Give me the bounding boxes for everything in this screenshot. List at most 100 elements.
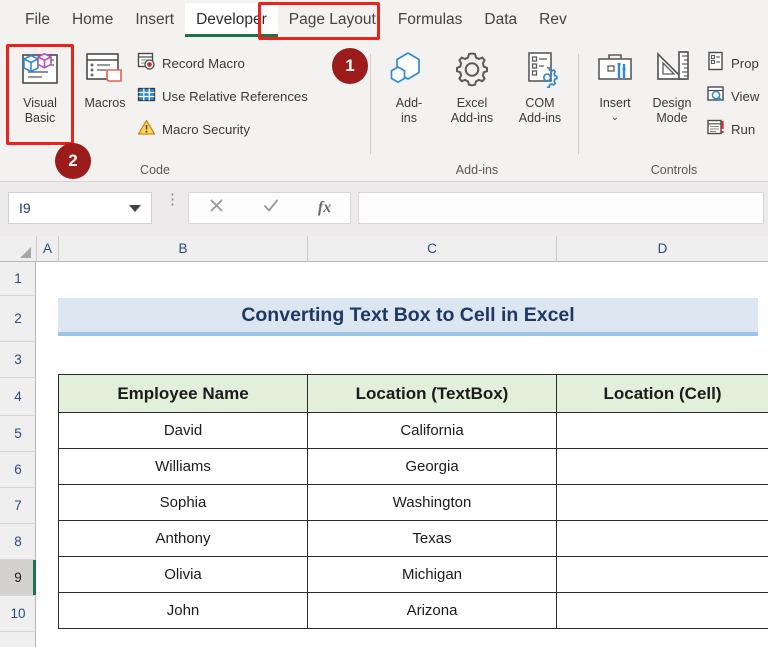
insert-control-label: Insert: [599, 96, 631, 110]
excel-addins-label-line2: Add-ins: [450, 111, 494, 125]
insert-control-button[interactable]: Insert ⌄: [586, 48, 644, 125]
tab-insert[interactable]: Insert: [124, 3, 185, 37]
design-mode-button[interactable]: Design Mode: [642, 48, 702, 126]
row-header-8[interactable]: 8: [0, 524, 36, 560]
macros-label: Macros: [84, 96, 126, 110]
row-header-7[interactable]: 7: [0, 488, 36, 524]
addins-label-line1: Add-: [395, 96, 423, 110]
addins-hexagon-icon: [386, 48, 432, 93]
cell-employee-name[interactable]: David: [58, 412, 308, 449]
record-macro-label: Record Macro: [162, 56, 245, 71]
formula-bar-area: I9 ⋮ fx: [0, 182, 768, 236]
addins-label-line2: ins: [401, 111, 417, 125]
cell-location-textbox[interactable]: California: [307, 412, 557, 449]
group-divider-1: [370, 54, 371, 154]
column-header-d[interactable]: D: [556, 236, 768, 262]
name-box-value: I9: [19, 200, 31, 216]
chevron-down-icon[interactable]: ⌄: [611, 110, 619, 125]
table-row: Olivia Michigan: [58, 556, 768, 593]
enter-icon[interactable]: [262, 197, 280, 219]
cell-employee-name[interactable]: Williams: [58, 448, 308, 485]
row-header-3[interactable]: 3: [0, 342, 36, 378]
cell-location-textbox[interactable]: Michigan: [307, 556, 557, 593]
table-header-location-cell: Location (Cell): [556, 374, 768, 413]
cell-location-cell[interactable]: [556, 520, 768, 557]
group-label-code: Code: [140, 163, 170, 177]
design-mode-ruler-icon: [649, 48, 695, 93]
warning-triangle-icon: [137, 118, 156, 142]
row-header-2[interactable]: 2: [0, 296, 36, 342]
row-header-4[interactable]: 4: [0, 378, 36, 416]
tab-formulas[interactable]: Formulas: [387, 3, 474, 37]
com-addins-label-line1: COM: [525, 96, 555, 110]
tab-data[interactable]: Data: [473, 3, 528, 37]
insert-toolbox-icon: [592, 48, 638, 93]
cell-location-cell[interactable]: [556, 412, 768, 449]
name-box[interactable]: I9: [8, 192, 152, 224]
com-addins-button[interactable]: COM Add-ins: [506, 48, 574, 126]
cancel-icon[interactable]: [208, 197, 225, 219]
formula-bar-handle[interactable]: ⋮: [165, 192, 180, 207]
table-row: David California: [58, 412, 768, 449]
use-relative-references-button[interactable]: Use Relative References: [137, 84, 308, 109]
properties-button[interactable]: Prop: [706, 51, 759, 76]
addins-button[interactable]: Add- ins: [380, 48, 438, 126]
row-header-1[interactable]: 1: [0, 262, 36, 296]
column-header-b[interactable]: B: [58, 236, 307, 262]
callout-badge-2: 2: [55, 143, 91, 179]
run-dialog-button[interactable]: Run: [706, 117, 755, 142]
tab-file[interactable]: File: [14, 3, 61, 37]
insert-function-icon[interactable]: fx: [318, 199, 331, 217]
cell-location-cell[interactable]: [556, 592, 768, 629]
view-code-button[interactable]: View: [706, 84, 759, 109]
sheet-title: Converting Text Box to Cell in Excel: [241, 303, 575, 326]
cell-employee-name[interactable]: Olivia: [58, 556, 308, 593]
macro-security-button[interactable]: Macro Security: [137, 117, 250, 142]
cell-location-textbox[interactable]: Georgia: [307, 448, 557, 485]
design-mode-label-line2: Mode: [656, 111, 688, 125]
select-all-corner[interactable]: [0, 236, 36, 262]
view-code-magnifier-icon: [706, 84, 725, 110]
table-header-location-textbox: Location (TextBox): [307, 374, 557, 413]
group-label-controls: Controls: [650, 163, 698, 177]
macros-button[interactable]: Macros: [76, 48, 134, 111]
cell-location-cell[interactable]: [556, 556, 768, 593]
cell-location-textbox[interactable]: Washington: [307, 484, 557, 521]
tab-review[interactable]: Rev: [528, 3, 578, 37]
excel-addins-button[interactable]: Excel Add-ins: [438, 48, 506, 126]
row-header-10[interactable]: 10: [0, 596, 36, 632]
sheet-content: Converting Text Box to Cell in Excel Emp…: [37, 262, 768, 647]
cell-location-textbox[interactable]: Texas: [307, 520, 557, 557]
tab-page-layout[interactable]: Page Layout: [278, 3, 387, 37]
data-table: Employee Name Location (TextBox) Locatio…: [58, 374, 768, 629]
properties-label: Prop: [731, 56, 759, 71]
column-header-a[interactable]: A: [36, 236, 58, 262]
tab-home[interactable]: Home: [61, 3, 124, 37]
table-row: Anthony Texas: [58, 520, 768, 557]
row-header-6[interactable]: 6: [0, 452, 36, 488]
row-header-9[interactable]: 9: [0, 560, 36, 596]
row-header-5[interactable]: 5: [0, 416, 36, 452]
cell-employee-name[interactable]: John: [58, 592, 308, 629]
tab-developer[interactable]: Developer: [185, 3, 278, 37]
formula-input[interactable]: [358, 192, 764, 224]
cell-employee-name[interactable]: Sophia: [58, 484, 308, 521]
select-all-triangle-icon: [20, 247, 31, 258]
gear-icon: [449, 48, 495, 93]
row-header-column: 1 2 3 4 5 6 7 8 9 10: [0, 262, 36, 647]
group-label-addins: Add-ins: [455, 163, 499, 177]
visual-basic-button[interactable]: Visual Basic: [11, 48, 69, 126]
cell-employee-name[interactable]: Anthony: [58, 520, 308, 557]
excel-addins-label-line1: Excel: [456, 96, 488, 110]
sheet-title-banner: Converting Text Box to Cell in Excel: [58, 298, 758, 336]
use-relative-references-label: Use Relative References: [162, 89, 308, 104]
name-box-dropdown-icon[interactable]: [129, 204, 141, 212]
macro-security-label: Macro Security: [162, 122, 250, 137]
cell-location-cell[interactable]: [556, 484, 768, 521]
cell-location-textbox[interactable]: Arizona: [307, 592, 557, 629]
record-macro-button[interactable]: Record Macro: [137, 51, 245, 76]
excel-window: File Home Insert Developer Page Layout F…: [0, 0, 768, 647]
cell-location-cell[interactable]: [556, 448, 768, 485]
column-header-c[interactable]: C: [307, 236, 556, 262]
record-macro-icon: [137, 52, 156, 76]
